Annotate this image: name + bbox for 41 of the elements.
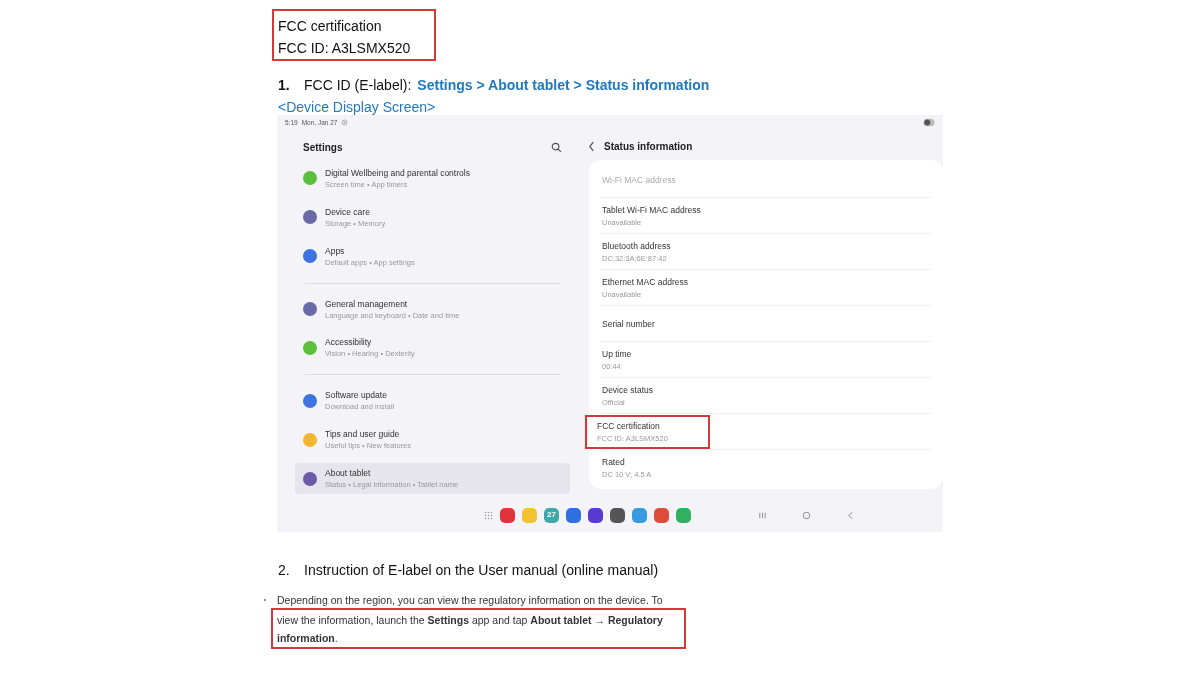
item-title: Tablet Wi-Fi MAC address bbox=[602, 204, 701, 215]
item-title: Rated bbox=[602, 456, 626, 467]
app-icon[interactable] bbox=[588, 507, 603, 523]
home-icon[interactable] bbox=[802, 510, 811, 520]
manual-text: Depending on the region, you can view the regulatory information on the device. To bbox=[276, 593, 664, 608]
item-title: Digital Wellbeing and parental controls bbox=[325, 167, 470, 178]
app-icon[interactable] bbox=[610, 507, 625, 523]
item-title: Bluetooth address bbox=[602, 240, 671, 251]
item-title: FCC certification bbox=[597, 420, 661, 431]
item-title: Apps bbox=[325, 245, 346, 256]
status-title: Status information bbox=[604, 141, 693, 152]
step-text: FCC ID (E-label): bbox=[304, 77, 412, 93]
item-title: Accessibility bbox=[325, 337, 373, 348]
item-title: About tablet bbox=[325, 468, 372, 479]
label-text: FCC certification bbox=[278, 17, 383, 36]
settings-title: Settings bbox=[303, 142, 343, 153]
app-icon[interactable] bbox=[500, 507, 515, 523]
item-title: General management bbox=[325, 298, 409, 309]
manual-text: view the information, launch the Settings app and tap About tablet → Regulatory information. bbox=[277, 614, 663, 644]
app-icon[interactable] bbox=[566, 507, 581, 523]
gear-icon bbox=[341, 119, 349, 126]
caption: <Device Display Screen> bbox=[277, 99, 437, 115]
item-title: Ethernet MAC address bbox=[602, 276, 688, 287]
step-number: 2. bbox=[278, 562, 291, 578]
step-number: 1. bbox=[278, 77, 291, 93]
item-title: Wi-Fi MAC address bbox=[602, 174, 676, 185]
item-title: Device status bbox=[602, 384, 654, 395]
settings-path: Settings > About tablet > Status information bbox=[417, 77, 710, 93]
app-icon[interactable] bbox=[654, 507, 669, 523]
step-text: Instruction of E-label on the User manual (online manual) bbox=[304, 562, 659, 578]
item-title: Tips and user guide bbox=[325, 429, 401, 440]
search-icon[interactable] bbox=[551, 142, 562, 153]
recents-icon[interactable] bbox=[758, 510, 767, 520]
label-text: FCC ID: A3LSMX520 bbox=[278, 39, 412, 58]
toggle-icon bbox=[923, 118, 935, 127]
item-title: Up time bbox=[602, 348, 632, 359]
back-icon[interactable] bbox=[588, 141, 595, 152]
item-title: Device care bbox=[325, 206, 371, 217]
item-title: Software update bbox=[325, 390, 388, 401]
item-title: Serial number bbox=[602, 318, 655, 329]
app-drawer-icon[interactable] bbox=[484, 510, 493, 520]
